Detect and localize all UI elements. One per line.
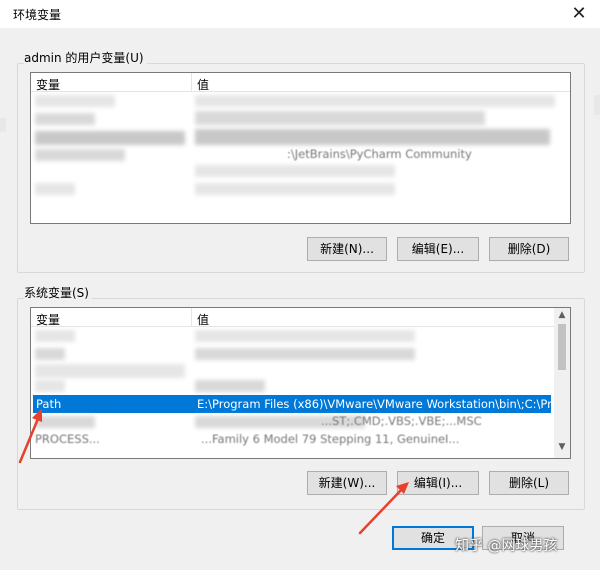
- annotation-arrow-path-line: [18, 412, 42, 464]
- watermark: 知乎 @网球男孩: [455, 538, 558, 554]
- annotation-arrow-edit-line: [358, 485, 406, 535]
- annotation-arrows: [18, 408, 409, 535]
- annotation-arrow-path-head: [32, 408, 42, 422]
